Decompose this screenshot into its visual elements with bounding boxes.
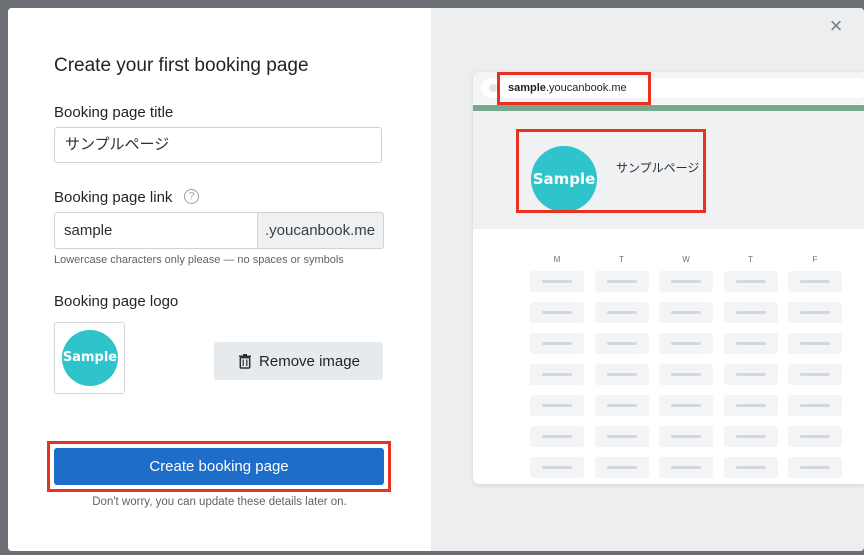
booking-title-input[interactable]: サンプルページ (54, 127, 382, 163)
time-slot (788, 302, 842, 323)
time-slot (530, 395, 584, 416)
time-slot (530, 271, 584, 292)
time-slot (530, 426, 584, 447)
time-slot (788, 271, 842, 292)
lock-icon (489, 84, 497, 92)
time-slot (594, 364, 649, 385)
day-label: M (553, 255, 561, 264)
dialog-title: Create your first booking page (54, 55, 309, 76)
time-slot (788, 395, 842, 416)
link-hint: Lowercase characters only please — no sp… (54, 254, 344, 266)
day-label: F (812, 255, 818, 264)
remove-image-label: Remove image (259, 352, 360, 370)
time-slot (530, 364, 584, 385)
link-label: Booking page link (54, 189, 173, 206)
link-input-group: sample .youcanbook.me (54, 212, 384, 249)
time-slot (723, 364, 778, 385)
logo-preview: Sample (54, 322, 125, 394)
time-slot (594, 271, 649, 292)
time-slot (723, 457, 778, 478)
time-slot (659, 395, 713, 416)
create-booking-dialog: Create your first booking page Booking p… (8, 8, 864, 551)
day-label: T (748, 255, 753, 264)
close-icon[interactable]: × (826, 15, 846, 37)
time-slot (788, 457, 842, 478)
time-slot (723, 426, 778, 447)
logo-highlight-box (516, 129, 706, 213)
footnote: Don't worry, you can update these detail… (92, 496, 347, 508)
logo-label: Booking page logo (54, 293, 179, 310)
preview-panel: × sample.youcanbook.me Sample サンプルページ MT… (431, 8, 864, 551)
title-label: Booking page title (54, 104, 174, 121)
day-label: W (682, 255, 690, 264)
time-slot (659, 457, 713, 478)
time-slot (594, 333, 649, 354)
time-slot (788, 364, 842, 385)
time-slot (594, 457, 649, 478)
trash-icon (239, 354, 252, 369)
time-slot (788, 333, 842, 354)
link-domain-suffix: .youcanbook.me (257, 212, 384, 249)
url-highlight-box (497, 72, 651, 105)
time-slot (659, 271, 713, 292)
time-slot (723, 333, 778, 354)
time-slot (530, 302, 584, 323)
time-slot (659, 333, 713, 354)
time-slot (788, 426, 842, 447)
day-label: T (619, 255, 624, 264)
time-slot (659, 426, 713, 447)
time-slot (530, 457, 584, 478)
remove-image-button[interactable]: Remove image (214, 342, 383, 380)
time-slot (659, 364, 713, 385)
time-slot (594, 302, 649, 323)
time-slot (723, 271, 778, 292)
time-slot (723, 302, 778, 323)
time-slot (594, 426, 649, 447)
booking-link-input[interactable]: sample (54, 212, 258, 249)
form-panel: Create your first booking page Booking p… (8, 8, 431, 551)
help-icon[interactable]: ? (184, 189, 199, 204)
logo-image: Sample (62, 330, 118, 386)
time-slot (659, 302, 713, 323)
highlight-box (47, 441, 391, 492)
time-slot (723, 395, 778, 416)
time-slot (594, 395, 649, 416)
time-slot (530, 333, 584, 354)
